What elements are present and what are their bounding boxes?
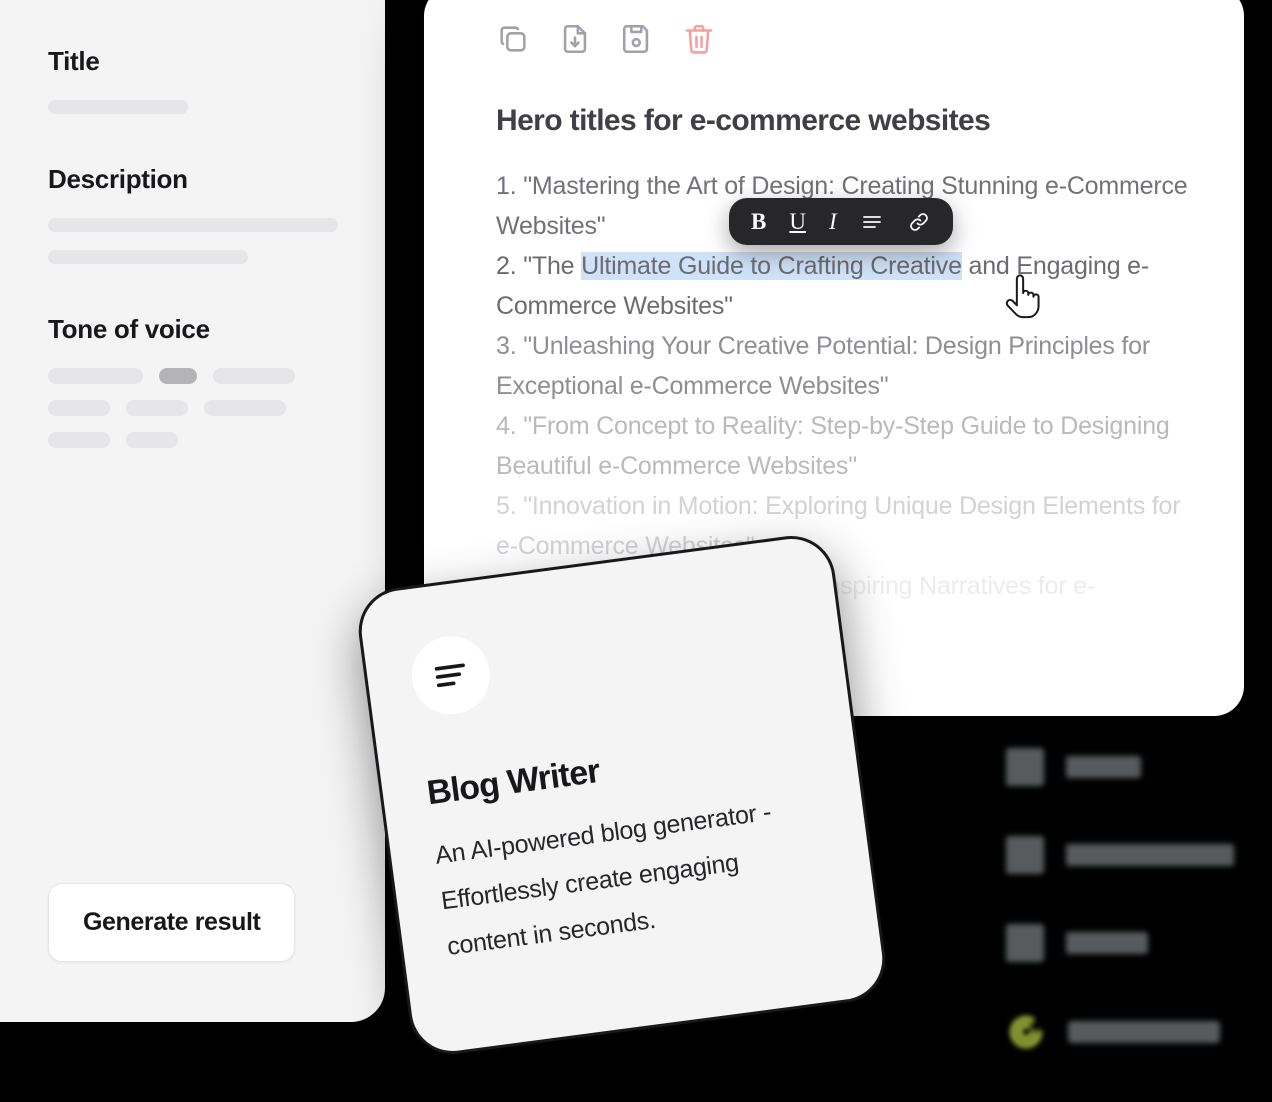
- list-item-label: [1066, 756, 1141, 778]
- tone-chip[interactable]: [126, 432, 178, 448]
- background-list: [1006, 748, 1272, 1102]
- description-field-group: Description: [48, 164, 338, 264]
- tone-chip[interactable]: [126, 400, 188, 416]
- tone-of-voice-group: Tone of voice: [48, 316, 337, 448]
- list-item: 3. "Unleashing Your Creative Potential: …: [496, 332, 1150, 400]
- placeholder-icon: [1006, 836, 1044, 874]
- list-item: 5. "Innovation in Motion: Exploring Uniq…: [496, 492, 1181, 560]
- align-left-icon[interactable]: [860, 210, 884, 234]
- title-field-group: Title: [48, 48, 337, 114]
- tone-chip[interactable]: [204, 400, 286, 416]
- list-item-label: [1068, 1021, 1220, 1043]
- list-item[interactable]: [1006, 748, 1272, 786]
- title-input-skeleton[interactable]: [48, 100, 337, 114]
- text-selection: Ultimate Guide to Crafting Creative: [581, 252, 962, 280]
- editor-toolbar: [496, 22, 1200, 56]
- list-item: 2. "The Ultimate Guide to Crafting Creat…: [496, 252, 1150, 320]
- hand-pointer-cursor: [1004, 274, 1044, 320]
- list-item-label: [1066, 932, 1148, 954]
- form-sidebar: Title Description Tone of voice Generate…: [0, 0, 385, 1022]
- title-label: Title: [48, 46, 100, 76]
- tone-chip[interactable]: [48, 400, 110, 416]
- tone-chip-selected[interactable]: [159, 368, 197, 384]
- placeholder-icon: [1006, 924, 1044, 962]
- placeholder-icon: [1006, 748, 1044, 786]
- app-root: Title Description Tone of voice Generate…: [0, 0, 1272, 1065]
- copy-icon[interactable]: [496, 22, 530, 56]
- brand-logo-icon: [1006, 1012, 1046, 1052]
- bold-button[interactable]: B: [751, 210, 766, 233]
- underline-button[interactable]: U: [789, 210, 806, 233]
- link-icon[interactable]: [907, 210, 931, 234]
- text-lines-icon: [407, 631, 495, 720]
- description-input-skeleton[interactable]: [48, 218, 338, 264]
- blog-writer-description: An AI-powered blog generator - Effortles…: [433, 797, 773, 961]
- delete-icon[interactable]: [682, 22, 716, 56]
- description-label: Description: [48, 164, 188, 194]
- format-toolbar: B U I: [729, 198, 953, 245]
- italic-button[interactable]: I: [829, 210, 837, 233]
- tone-of-voice-label: Tone of voice: [48, 314, 210, 344]
- save-icon[interactable]: [620, 22, 654, 56]
- list-item[interactable]: [1006, 836, 1272, 874]
- blog-writer-card[interactable]: Blog Writer An AI-powered blog generator…: [353, 530, 891, 1060]
- list-item-active[interactable]: [1006, 1012, 1272, 1052]
- document-title: Hero titles for e-commerce websites: [496, 104, 991, 137]
- list-item-label: [1066, 844, 1234, 866]
- tone-of-voice-chips: [48, 368, 337, 448]
- tone-chip[interactable]: [48, 432, 110, 448]
- tone-chip[interactable]: [48, 368, 143, 384]
- tone-chip[interactable]: [213, 368, 295, 384]
- list-item[interactable]: [1006, 924, 1272, 962]
- list-item: 4. "From Concept to Reality: Step-by-Ste…: [496, 412, 1170, 480]
- generate-result-button[interactable]: Generate result: [48, 883, 296, 962]
- download-icon[interactable]: [558, 22, 592, 56]
